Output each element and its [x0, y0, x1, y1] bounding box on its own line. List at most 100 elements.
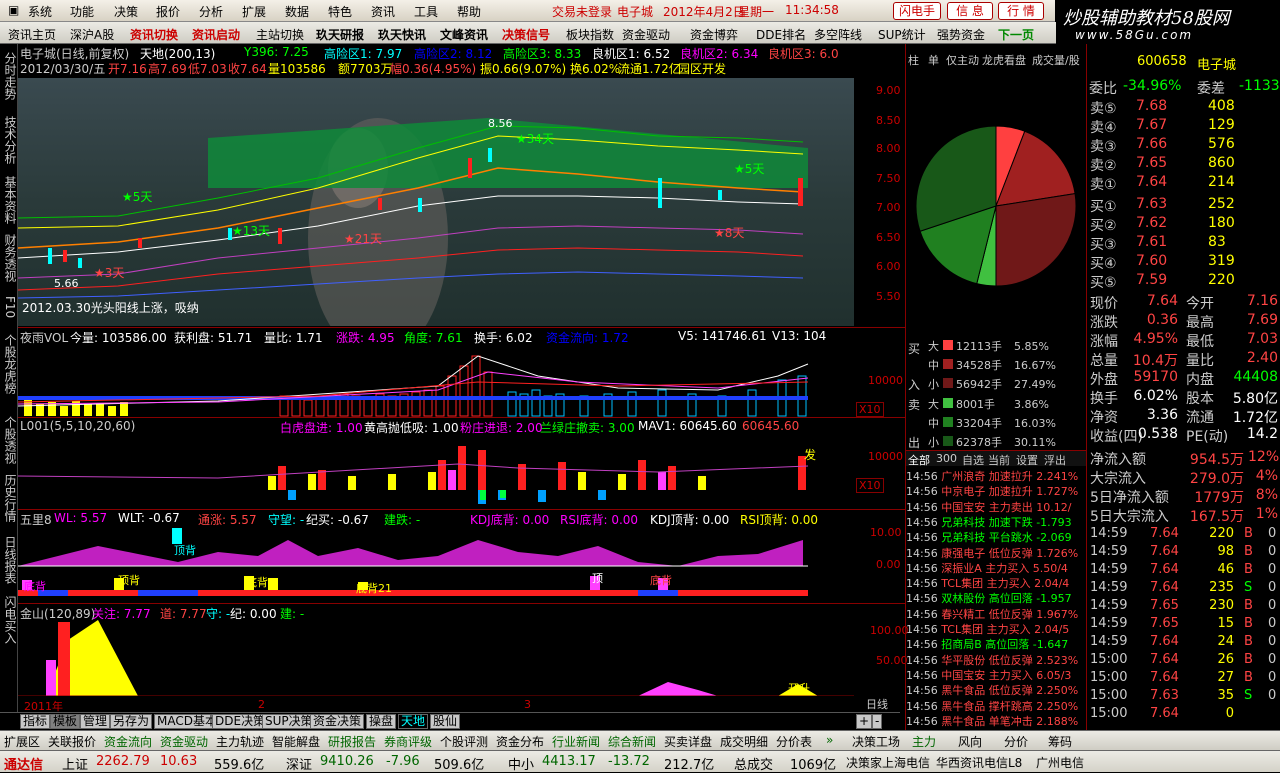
zoom-in-button[interactable]: + [856, 714, 873, 729]
menu-decision[interactable]: 决策 [114, 3, 138, 20]
tab-tiandi[interactable]: 天地 [398, 714, 429, 729]
tab-single[interactable]: 单 [928, 52, 939, 68]
buy-level[interactable]: 买③ 7.61 83 [1088, 234, 1280, 253]
nav-fund-dist[interactable]: 资金分布 [496, 733, 544, 750]
tab-column[interactable]: 柱 [908, 52, 919, 68]
sell-level[interactable]: 卖④ 7.67 129 [1088, 117, 1280, 136]
app-icon[interactable]: ▣ [8, 3, 19, 17]
toolbar-wenfeng[interactable]: 文峰资讯 [440, 26, 488, 43]
server-1[interactable]: 决策家上海电信 [846, 754, 930, 771]
tab-trade-volume[interactable]: 成交量/股 [1032, 52, 1080, 68]
tab-save-as[interactable]: 另存为 [110, 714, 153, 729]
tab-dragon-tiger[interactable]: 龙虎看盘 [982, 52, 1026, 68]
tab-indicator[interactable]: 指标 [20, 714, 51, 729]
lightning-trade-button[interactable]: 闪电手 [893, 2, 941, 20]
sell-level[interactable]: 卖② 7.65 860 [1088, 155, 1280, 174]
nav-direction[interactable]: 风向 [958, 733, 982, 750]
nav-main-force[interactable]: 主力 [912, 733, 936, 750]
toolbar-fund-drive[interactable]: 资金驱动 [622, 26, 670, 43]
nav-broker-rating[interactable]: 券商评级 [384, 733, 432, 750]
left-tab-daily[interactable]: 日线报表 [2, 536, 17, 584]
tab-manage[interactable]: 管理 [80, 714, 111, 729]
left-tab-finance[interactable]: 财务透视 [2, 234, 17, 282]
monitor-row[interactable]: 14:56 黑牛食品 单笔冲击 2.188% [906, 713, 1086, 730]
tab-operate[interactable]: 操盘 [366, 714, 397, 729]
toolbar-dde-rank[interactable]: DDE排名 [756, 26, 806, 43]
left-tab-tech[interactable]: 技术分析 [2, 116, 17, 164]
tab-sup[interactable]: SUP决策 [262, 714, 316, 729]
period-label[interactable]: 日线 [866, 696, 888, 712]
menu-info[interactable]: 资讯 [371, 3, 395, 20]
left-tab-f10[interactable]: F10 [2, 296, 17, 318]
tab-dde[interactable]: DDE决策 [212, 714, 269, 729]
sell-level[interactable]: 卖③ 7.66 576 [1088, 136, 1280, 155]
menu-extend[interactable]: 扩展 [242, 3, 266, 20]
toolbar-server-switch[interactable]: 主站切换 [256, 26, 304, 43]
nav-main-track[interactable]: 主力轨迹 [216, 733, 264, 750]
left-tab-dragon[interactable]: 个股龙虎榜 [2, 334, 17, 394]
nav-order-detail[interactable]: 买卖详盘 [664, 733, 712, 750]
toolbar-fund-game[interactable]: 资金博弈 [690, 26, 738, 43]
buy-level[interactable]: 买⑤ 7.59 220 [1088, 272, 1280, 291]
toolbar-next-page[interactable]: 下一页 [998, 26, 1034, 43]
menu-system[interactable]: 系统 [28, 3, 52, 20]
nav-trade-detail[interactable]: 成交明细 [720, 733, 768, 750]
server-3[interactable]: 广州电信 [1036, 754, 1084, 771]
menu-feature[interactable]: 特色 [328, 3, 352, 20]
monitor-tab-300[interactable]: 300 [936, 452, 957, 465]
buy-level[interactable]: 买② 7.62 180 [1088, 215, 1280, 234]
menu-data[interactable]: 数据 [285, 3, 309, 20]
monitor-tab-float[interactable]: 浮出 [1044, 452, 1066, 468]
tab-macd[interactable]: MACD基本 [154, 714, 220, 729]
toolbar-bull-bear[interactable]: 多空阵线 [814, 26, 862, 43]
sell-level[interactable]: 卖⑤ 7.68 408 [1088, 98, 1280, 117]
monitor-tab-current[interactable]: 当前 [988, 452, 1010, 468]
nav-general-news[interactable]: 综合新闻 [608, 733, 656, 750]
toolbar-info-start[interactable]: 资讯启动 [192, 26, 240, 43]
toolbar-research[interactable]: 玖天研报 [316, 26, 364, 43]
tab-active[interactable]: 仅主动 [946, 52, 979, 68]
toolbar-sup-stats[interactable]: SUP统计 [878, 26, 926, 43]
left-tab-flash-buy[interactable]: 闪电买入 [2, 596, 17, 644]
toolbar-sector-index[interactable]: 板块指数 [566, 26, 614, 43]
tab-fund[interactable]: 资金决策 [310, 714, 365, 729]
monitor-tab-settings[interactable]: 设置 [1016, 452, 1038, 468]
nav-smart[interactable]: 智能解盘 [272, 733, 320, 750]
menu-quote[interactable]: 报价 [156, 3, 180, 20]
brand-logo[interactable]: 通达信 [4, 754, 43, 773]
buy-level[interactable]: 买① 7.63 252 [1088, 196, 1280, 215]
nav-more-icon[interactable]: » [826, 733, 833, 747]
sz-index-name[interactable]: 深证 [286, 754, 312, 773]
toolbar-info-home[interactable]: 资讯主页 [8, 26, 56, 43]
toolbar-info-switch[interactable]: 资讯切换 [130, 26, 178, 43]
smb-index-name[interactable]: 中小 [508, 754, 534, 773]
nav-fund-flow[interactable]: 资金流向 [104, 733, 152, 750]
tab-guxian[interactable]: 股仙 [430, 714, 461, 729]
buy-level[interactable]: 买④ 7.60 319 [1088, 253, 1280, 272]
server-2[interactable]: 华西资讯电信L8 [936, 754, 1022, 771]
left-tab-history[interactable]: 历史行情 [2, 474, 17, 522]
nav-decision[interactable]: 决策工场 [852, 733, 900, 750]
nav-research[interactable]: 研报报告 [328, 733, 376, 750]
market-button[interactable]: 行 情 [998, 2, 1044, 20]
menu-function[interactable]: 功能 [70, 3, 94, 20]
sh-index-name[interactable]: 上证 [62, 754, 88, 773]
nav-related[interactable]: 关联报价 [48, 733, 96, 750]
monitor-tab-all[interactable]: 全部 [908, 452, 930, 468]
toolbar-a-share[interactable]: 深沪A股 [70, 26, 114, 43]
left-tab-perspective[interactable]: 个股透视 [2, 416, 17, 464]
left-tab-intraday[interactable]: 分时走势 [2, 52, 17, 100]
monitor-tab-watch[interactable]: 自选 [962, 452, 984, 468]
nav-price-table[interactable]: 分价表 [776, 733, 812, 750]
tab-template[interactable]: 模板 [50, 714, 81, 729]
left-tab-basic[interactable]: 基本资料 [2, 176, 17, 224]
sell-level[interactable]: 卖① 7.64 214 [1088, 174, 1280, 193]
toolbar-strong-fund[interactable]: 强势资金 [937, 26, 985, 43]
menu-analysis[interactable]: 分析 [199, 3, 223, 20]
toolbar-flash-news[interactable]: 玖天快讯 [378, 26, 426, 43]
toolbar-signal[interactable]: 决策信号 [502, 26, 550, 43]
nav-industry-news[interactable]: 行业新闻 [552, 733, 600, 750]
nav-extend[interactable]: 扩展区 [4, 733, 40, 750]
nav-chips[interactable]: 筹码 [1048, 733, 1072, 750]
nav-stock-eval[interactable]: 个股评测 [440, 733, 488, 750]
